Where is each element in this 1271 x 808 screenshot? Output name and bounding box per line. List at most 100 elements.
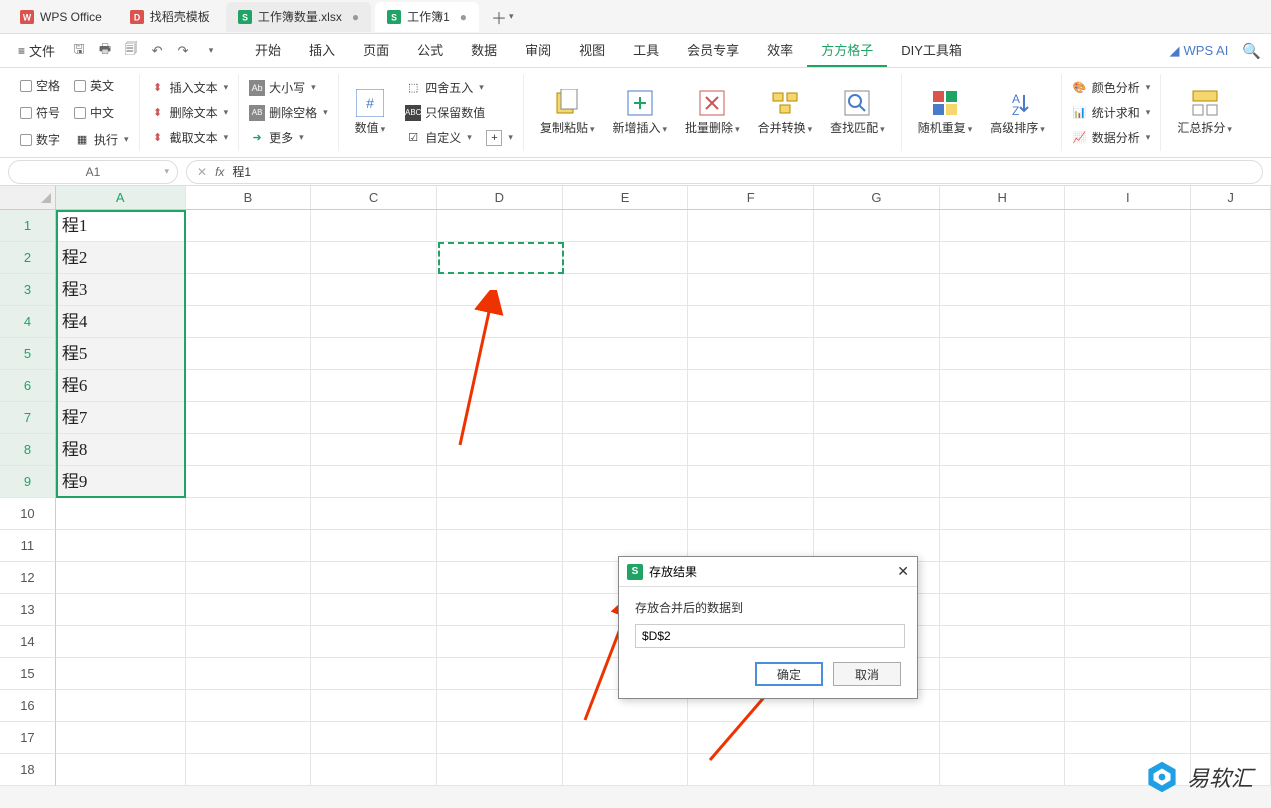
cell[interactable] (940, 242, 1066, 274)
cell[interactable] (186, 658, 312, 690)
cell[interactable] (1191, 626, 1271, 658)
fx-icon[interactable]: fx (215, 165, 224, 179)
col-header-G[interactable]: G (814, 186, 940, 209)
execute-button[interactable]: ▦执行▾ (72, 129, 131, 150)
cell[interactable] (1065, 498, 1191, 530)
cell[interactable] (1191, 210, 1271, 242)
row-header[interactable]: 9 (0, 466, 56, 498)
cell[interactable] (814, 498, 940, 530)
tab-tools[interactable]: 工具 (619, 34, 673, 67)
cancel-button[interactable]: 取消 (833, 662, 901, 686)
cell[interactable] (311, 626, 437, 658)
cell[interactable] (940, 338, 1066, 370)
cell[interactable] (1191, 658, 1271, 690)
delete-space-button[interactable]: AB删除空格▾ (247, 102, 330, 123)
cell[interactable] (311, 274, 437, 306)
cell[interactable] (56, 562, 186, 594)
cell[interactable] (186, 370, 312, 402)
col-header-J[interactable]: J (1191, 186, 1271, 209)
search-icon[interactable]: 🔍 (1242, 42, 1261, 60)
cell[interactable] (311, 594, 437, 626)
checkbox-space[interactable]: 空格 (18, 75, 62, 96)
row-header[interactable]: 18 (0, 754, 56, 786)
cell[interactable] (814, 402, 940, 434)
cell[interactable] (563, 210, 689, 242)
summary-split-button[interactable]: 汇总拆分▾ (1169, 85, 1240, 140)
cell[interactable] (1191, 402, 1271, 434)
undo-icon[interactable]: ↶ (147, 41, 167, 61)
cell[interactable] (563, 722, 689, 754)
tab-efficiency[interactable]: 效率 (753, 34, 807, 67)
ok-button[interactable]: 确定 (755, 662, 823, 686)
col-header-H[interactable]: H (940, 186, 1066, 209)
cell[interactable] (311, 754, 437, 786)
cell[interactable] (940, 690, 1066, 722)
copy-paste-button[interactable]: 复制粘贴▾ (532, 74, 603, 151)
cell[interactable] (1065, 338, 1191, 370)
cell[interactable] (437, 690, 563, 722)
cell[interactable] (940, 402, 1066, 434)
cell[interactable] (814, 370, 940, 402)
case-button[interactable]: Ab大小写▾ (247, 77, 330, 98)
cell[interactable] (186, 594, 312, 626)
cell[interactable] (311, 338, 437, 370)
cell[interactable] (688, 370, 814, 402)
row-header[interactable]: 1 (0, 210, 56, 242)
cell[interactable] (1191, 562, 1271, 594)
cell[interactable] (1065, 626, 1191, 658)
new-tab-button[interactable]: ＋ ▾ (491, 5, 514, 29)
cell[interactable] (56, 594, 186, 626)
cell[interactable]: 程3 (56, 274, 186, 306)
number-value-button[interactable]: # 数值▾ (347, 77, 394, 148)
cell[interactable] (814, 466, 940, 498)
tab-start[interactable]: 开始 (241, 34, 295, 67)
cell[interactable]: 程9 (56, 466, 186, 498)
wps-ai-button[interactable]: ◢WPS AI (1170, 43, 1229, 59)
col-header-B[interactable]: B (186, 186, 312, 209)
cell[interactable] (1191, 434, 1271, 466)
cell[interactable] (56, 722, 186, 754)
row-header[interactable]: 6 (0, 370, 56, 402)
redo-icon[interactable]: ↷ (173, 41, 193, 61)
row-header[interactable]: 15 (0, 658, 56, 690)
cell[interactable] (1065, 402, 1191, 434)
cell[interactable] (1065, 658, 1191, 690)
cell[interactable] (814, 274, 940, 306)
cell[interactable] (1065, 466, 1191, 498)
cell[interactable] (311, 370, 437, 402)
tab-member[interactable]: 会员专享 (673, 34, 753, 67)
cell[interactable] (56, 530, 186, 562)
cell[interactable] (688, 242, 814, 274)
save-icon[interactable]: 🖫 (69, 41, 89, 61)
cell[interactable] (563, 466, 689, 498)
cell[interactable] (186, 306, 312, 338)
cell[interactable] (1065, 562, 1191, 594)
print-icon[interactable]: 🖶 (95, 41, 115, 61)
row-header[interactable]: 17 (0, 722, 56, 754)
cell[interactable] (940, 626, 1066, 658)
cell[interactable] (1191, 594, 1271, 626)
cell[interactable] (437, 626, 563, 658)
checkbox-chinese[interactable]: 中文 (72, 102, 131, 123)
find-match-button[interactable]: 查找匹配▾ (822, 74, 893, 151)
col-header-E[interactable]: E (563, 186, 689, 209)
col-header-D[interactable]: D (437, 186, 563, 209)
cell[interactable] (940, 370, 1066, 402)
cell[interactable] (437, 242, 563, 274)
cell[interactable] (186, 242, 312, 274)
row-header[interactable]: 12 (0, 562, 56, 594)
cell[interactable] (814, 338, 940, 370)
close-icon[interactable]: ✕ (897, 563, 909, 580)
qat-more-icon[interactable]: ▾ (201, 41, 221, 61)
cell[interactable] (186, 210, 312, 242)
cell[interactable] (563, 370, 689, 402)
cancel-icon[interactable]: ✕ (197, 165, 207, 179)
cell[interactable] (1065, 722, 1191, 754)
row-header[interactable]: 5 (0, 338, 56, 370)
cell[interactable]: 程2 (56, 242, 186, 274)
cell[interactable] (1191, 722, 1271, 754)
cell[interactable] (940, 210, 1066, 242)
print-preview-icon[interactable]: 🗐 (121, 41, 141, 61)
cell[interactable] (1065, 274, 1191, 306)
cell[interactable] (688, 210, 814, 242)
